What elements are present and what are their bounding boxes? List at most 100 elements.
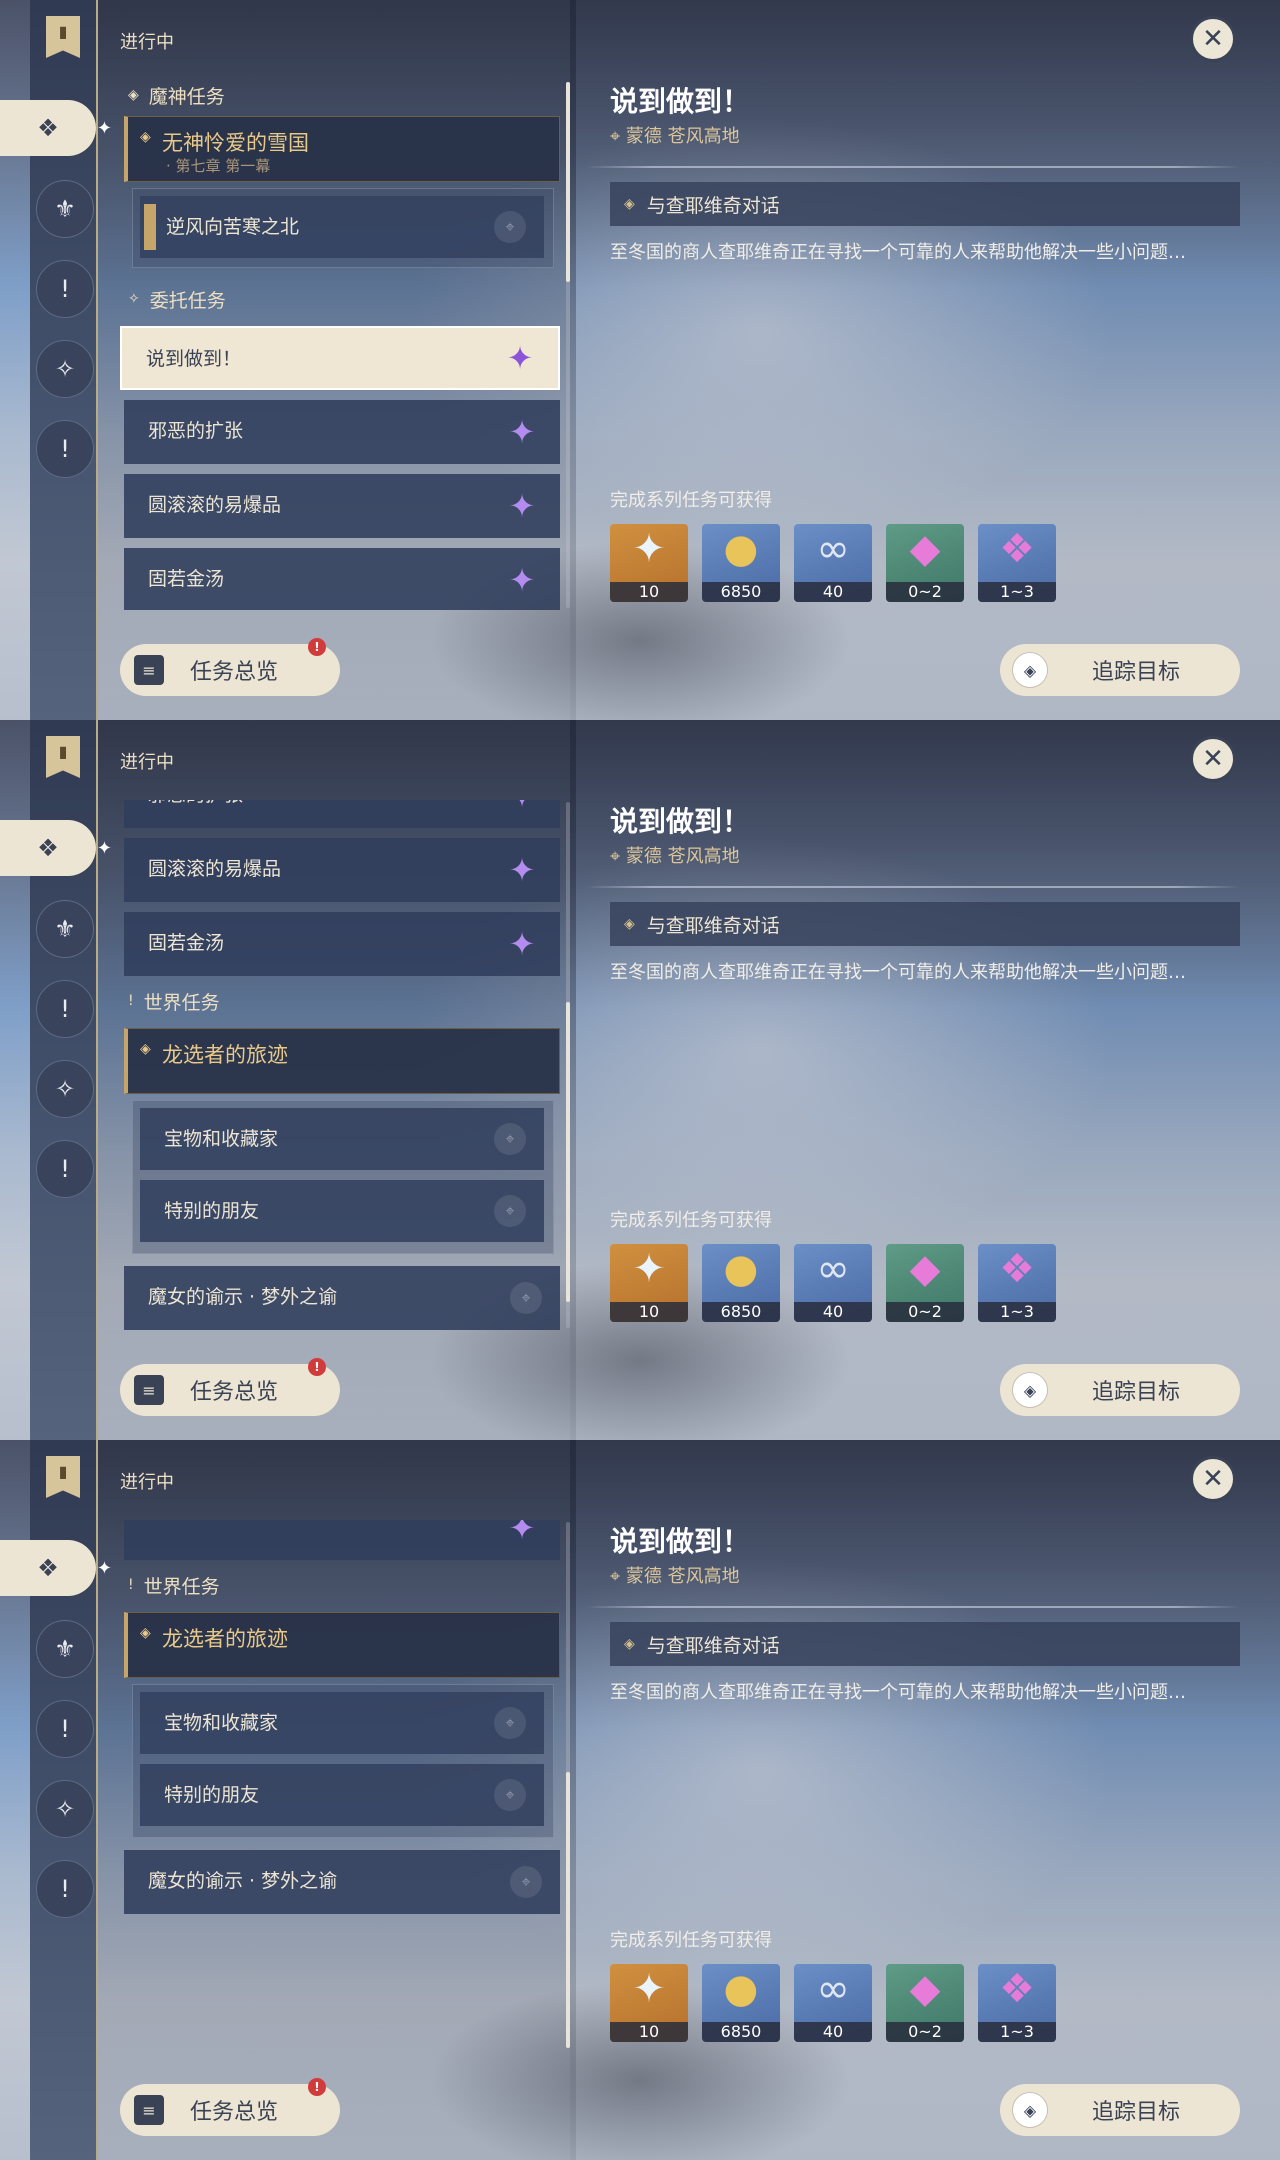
track-target-button[interactable]: ◈ 追踪目标 [1000,1364,1240,1416]
quest-list[interactable]: ✦ ! 世界任务 ◈ 龙选者的旅迹 宝物和收藏家 ⌖ 特别的朋友 ⌖ 魔女的谕示 … [120,1520,560,2050]
quest-overview-button[interactable]: ≡ 任务总览 [120,1364,340,1416]
quest-item-archon-sub[interactable]: 逆风向苦寒之北 ⌖ [140,196,544,258]
reward-mora[interactable]: ● 6850 [702,1244,780,1322]
quest-item[interactable]: 邪恶的扩张 ✦ [124,800,560,828]
commission-quests-tab[interactable]: ✧ [36,1780,94,1838]
divider [586,166,1240,168]
adventure-exp-icon: ∞ [816,1246,850,1292]
world-quests-tab[interactable]: ! [36,1140,94,1198]
compass-icon: ✧ [128,291,140,307]
commission-quests-tab[interactable]: ✧ [36,340,94,398]
all-quests-tab[interactable]: ❖ [0,820,112,876]
chapter-world[interactable]: ◈ 龙选者的旅迹 [124,1028,560,1094]
quest-location: ⌖ 蒙德 苍风高地 [610,846,740,867]
archon-quests-tab[interactable]: ⚜ [36,1620,94,1678]
all-quests-tab[interactable]: ❖ [0,100,112,156]
all-quests-tab[interactable]: ❖ [0,1540,112,1596]
in-progress-label: 进行中 [120,1472,174,1493]
reward-primogem[interactable]: ✦ 10 [610,524,688,602]
quest-overview-button[interactable]: ≡ 任务总览 [120,644,340,696]
location-pin-icon[interactable]: ⌖ [494,1707,526,1739]
exclamation-icon: ! [60,995,70,1023]
list-scrollbar[interactable] [566,82,570,608]
diamond-icon: ◈ [624,196,635,212]
close-icon: ✕ [1202,744,1224,774]
quest-item[interactable]: 圆滚滚的易爆品 ✦ [124,838,560,902]
chapter-world[interactable]: ◈ 龙选者的旅迹 [124,1612,560,1678]
commission-quests-tab[interactable]: ✧ [36,1060,94,1118]
quest-item[interactable]: 圆滚滚的易爆品 ✦ [124,474,560,538]
location-pin-icon[interactable]: ⌖ [494,1123,526,1155]
quest-item[interactable]: 魔女的谕示 · 梦外之谕 ⌖ [124,1850,560,1914]
story-quests-tab[interactable]: ! [36,980,94,1038]
divider [586,886,1240,888]
crystal-cluster-icon: ❖ [999,526,1035,572]
exclamation-icon: ! [60,275,70,303]
quest-item-world-sub[interactable]: 宝物和收藏家 ⌖ [140,1692,544,1754]
quest-item[interactable]: 固若金汤 ✦ [124,548,560,610]
archon-quests-tab[interactable]: ⚜ [36,900,94,958]
reward-crystal[interactable]: ◆ 0~2 [886,524,964,602]
reward-adventure-exp[interactable]: ∞ 40 [794,1964,872,2042]
location-pin-icon[interactable]: ⌖ [494,1195,526,1227]
reward-crystal-cluster[interactable]: ❖ 1~3 [978,1244,1056,1322]
commission-icon: ✦ [508,487,536,525]
track-target-button[interactable]: ◈ 追踪目标 [1000,644,1240,696]
quest-item[interactable]: 固若金汤 ✦ [124,912,560,976]
track-target-button[interactable]: ◈ 追踪目标 [1000,2084,1240,2136]
reward-crystal[interactable]: ◆ 0~2 [886,1244,964,1322]
story-quests-tab[interactable]: ! [36,1700,94,1758]
quest-overview-button[interactable]: ≡ 任务总览 [120,2084,340,2136]
scroll-thumb[interactable] [566,1772,570,2048]
quest-step: ◈ 与查耶维奇对话 [610,902,1240,946]
scroll-thumb[interactable] [566,1002,570,1302]
reward-primogem[interactable]: ✦ 10 [610,1244,688,1322]
scroll-thumb[interactable] [566,82,570,282]
quest-item[interactable]: 邪恶的扩张 ✦ [124,400,560,464]
reward-crystal[interactable]: ◆ 0~2 [886,1964,964,2042]
track-marker [144,204,156,250]
exclamation-icon: ! [60,1155,70,1183]
world-quests-tab[interactable]: ! [36,1860,94,1918]
quest-item[interactable]: ✦ [124,1520,560,1560]
reward-crystal-cluster[interactable]: ❖ 1~3 [978,524,1056,602]
screen-1: ▮ ❖ ⚜ ! ✧ ! 进行中 ✕ ◈魔神任务 ◈ 无神怜爱的雪国 · 第七章 … [0,0,1280,720]
diamond-icon: ◈ [140,1625,151,1641]
reward-crystal-cluster[interactable]: ❖ 1~3 [978,1964,1056,2042]
mora-icon: ● [723,1966,759,2012]
quest-item-world-sub[interactable]: 特别的朋友 ⌖ [140,1764,544,1826]
chapter-archon[interactable]: ◈ 无神怜爱的雪国 · 第七章 第一幕 [124,116,560,182]
location-pin-icon[interactable]: ⌖ [510,1866,542,1898]
reward-mora[interactable]: ● 6850 [702,1964,780,2042]
quest-description: 至冬国的商人查耶维奇正在寻找一个可靠的人来帮助他解决一些小问题… [610,242,1186,263]
location-pin-icon[interactable]: ⌖ [510,1282,542,1314]
story-quests-tab[interactable]: ! [36,260,94,318]
quest-list[interactable]: 邪恶的扩张 ✦ 圆滚滚的易爆品 ✦ 固若金汤 ✦ !世界任务 ◈ 龙选者的旅迹 … [120,800,560,1330]
reward-adventure-exp[interactable]: ∞ 40 [794,524,872,602]
world-quests-tab[interactable]: ! [36,420,94,478]
location-pin-icon[interactable]: ⌖ [494,1779,526,1811]
quest-item-world-sub[interactable]: 宝物和收藏家 ⌖ [140,1108,544,1170]
diamond-icon: ◈ [624,1636,635,1652]
archon-quests-tab[interactable]: ⚜ [36,180,94,238]
close-button[interactable]: ✕ [1190,16,1236,62]
reward-primogem[interactable]: ✦ 10 [610,1964,688,2042]
list-scrollbar[interactable] [566,1522,570,2048]
close-button[interactable]: ✕ [1190,1456,1236,1502]
quest-item-world-sub[interactable]: 特别的朋友 ⌖ [140,1180,544,1242]
quest-item-selected[interactable]: 说到做到！ ✦ [120,326,560,390]
quest-title: 说到做到！ [610,805,751,838]
reward-mora[interactable]: ● 6850 [702,524,780,602]
reward-adventure-exp[interactable]: ∞ 40 [794,1244,872,1322]
diamond-icon: ◈ [1012,1372,1048,1408]
quest-item[interactable]: 魔女的谕示 · 梦外之谕 ⌖ [124,1266,560,1330]
commission-icon: ✦ [508,925,536,963]
location-pin-icon[interactable]: ⌖ [494,211,526,243]
close-button[interactable]: ✕ [1190,736,1236,782]
crystal-icon: ◆ [909,526,941,572]
adventure-exp-icon: ∞ [816,1966,850,2012]
primogem-icon: ✦ [632,1246,666,1292]
diamond-icon: ◈ [140,1041,151,1057]
list-scrollbar[interactable] [566,802,570,1328]
quest-list[interactable]: ◈ 魔神任务 ◈ 无神怜爱的雪国 · 第七章 第一幕 逆风向苦寒之北 ⌖ ✧ 委托任… [120,80,560,610]
